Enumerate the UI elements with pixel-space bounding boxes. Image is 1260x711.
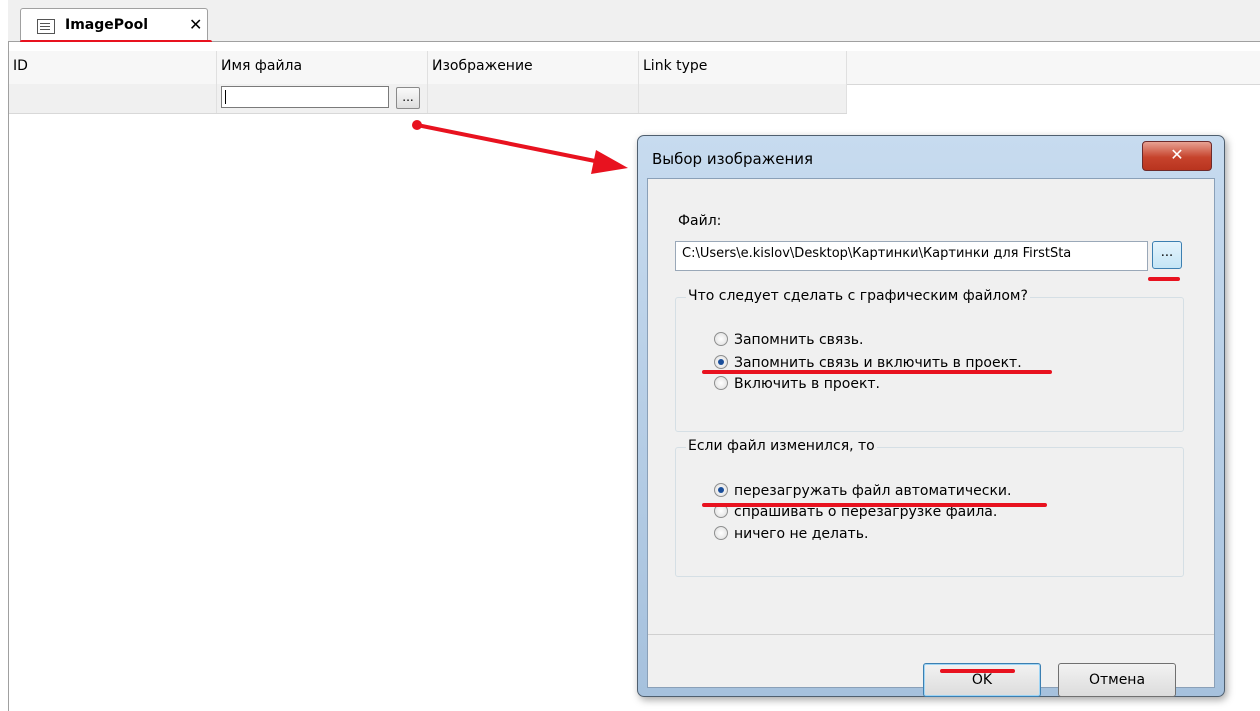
dialog-body: Файл: C:\Users\e.kislov\Desktop\Картинки… xyxy=(647,178,1215,697)
close-tab-icon[interactable]: ✕ xyxy=(189,15,202,34)
table-icon xyxy=(37,19,55,34)
radio-button-icon xyxy=(714,376,728,390)
column-header-image[interactable]: Изображение xyxy=(428,51,639,84)
annotation-underline-browse xyxy=(1148,277,1180,281)
grid-header: ID Имя файла Изображение Link type xyxy=(9,51,1260,85)
radio-button-icon xyxy=(714,526,728,540)
cell-image[interactable] xyxy=(428,84,639,113)
file-path-field[interactable]: C:\Users\e.kislov\Desktop\Картинки\Карти… xyxy=(675,241,1148,271)
radio-button-selected-icon xyxy=(714,483,728,497)
radio-label: ничего не делать. xyxy=(734,526,869,542)
select-image-dialog: Выбор изображения ✕ Файл: C:\Users\e.kis… xyxy=(637,135,1225,697)
file-label: Файл: xyxy=(678,213,722,229)
filename-input[interactable] xyxy=(221,86,389,108)
radio-include-in-project[interactable]: Включить в проект. xyxy=(714,376,880,392)
radio-label: Запомнить связь и включить в проект. xyxy=(734,355,1022,371)
radio-do-nothing[interactable]: ничего не делать. xyxy=(714,526,868,542)
file-changed-group: Если файл изменился, то перезагружать фа… xyxy=(675,438,1184,577)
radio-label: перезагружать файл автоматически. xyxy=(734,483,1012,499)
tab-strip: ImagePool ✕ xyxy=(8,0,1260,42)
radio-reload-automatically[interactable]: перезагружать файл автоматически. xyxy=(714,483,1011,499)
column-header-link-type[interactable]: Link type xyxy=(639,51,847,84)
radio-remember-link[interactable]: Запомнить связь. xyxy=(714,332,863,348)
annotation-underline-ok xyxy=(940,669,1015,673)
radio-button-selected-icon xyxy=(714,355,728,369)
table-row: ... xyxy=(9,84,847,114)
browse-button[interactable]: ... xyxy=(1152,241,1182,269)
file-action-group: Что следует сделать с графическим файлом… xyxy=(675,288,1184,432)
file-changed-group-title: Если файл изменился, то xyxy=(686,438,877,454)
column-header-filename[interactable]: Имя файла xyxy=(217,51,428,84)
close-icon[interactable]: ✕ xyxy=(1142,141,1212,171)
radio-remember-link-and-include[interactable]: Запомнить связь и включить в проект. xyxy=(714,355,1022,371)
annotation-underline-reload-auto xyxy=(702,503,1047,507)
dialog-title: Выбор изображения xyxy=(652,150,814,168)
tab-title: ImagePool xyxy=(65,17,149,33)
file-action-group-title: Что следует сделать с графическим файлом… xyxy=(686,288,1030,304)
row-browse-button[interactable]: ... xyxy=(396,87,420,109)
tab-imagepool[interactable]: ImagePool ✕ xyxy=(20,8,208,42)
cancel-button[interactable]: Отмена xyxy=(1058,663,1176,697)
cell-link-type[interactable] xyxy=(639,84,847,113)
button-separator xyxy=(648,634,1214,635)
annotation-underline-remember-include xyxy=(702,370,1052,374)
radio-label: Включить в проект. xyxy=(734,376,881,392)
column-header-id[interactable]: ID xyxy=(9,51,217,84)
radio-label: Запомнить связь. xyxy=(734,332,864,348)
cell-id[interactable] xyxy=(9,84,217,113)
radio-button-icon xyxy=(714,332,728,346)
